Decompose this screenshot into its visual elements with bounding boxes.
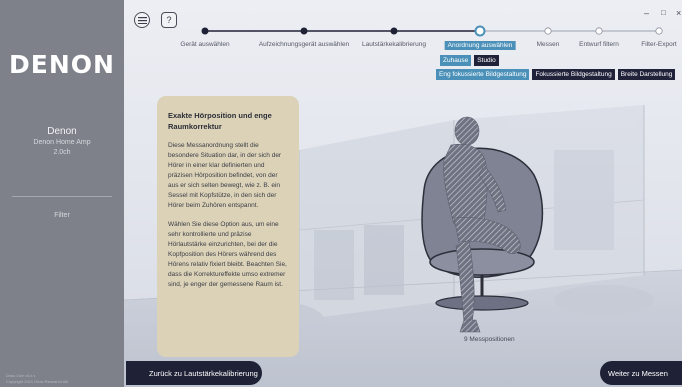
device-channels: 2.0ch: [53, 149, 71, 156]
denon-logo: DENON: [9, 50, 115, 79]
step-measure: Messen: [536, 41, 560, 48]
copyright-text: Copyright 2021 Dirac Research AB: [6, 379, 69, 384]
sidebar: DENON Denon Denon Home Amp 2.0ch Filter …: [0, 0, 124, 387]
step-dot-2: [300, 27, 308, 35]
arrangement-focused-option[interactable]: Fokussierte Bildgestaltung: [532, 69, 615, 80]
step-filter-export: Filter-Export: [641, 41, 677, 48]
step-dot-7: [655, 27, 663, 35]
arrangement-wide-option[interactable]: Breite Darstellung: [617, 69, 676, 80]
measurement-positions-label: 9 Messpositionen: [464, 336, 515, 343]
info-card-body: Diese Messanordnung stellt die besondere…: [168, 141, 288, 290]
step-dot-5: [544, 27, 552, 35]
device-model: Denon Home Amp: [33, 139, 91, 146]
step-dot-4: [474, 25, 486, 37]
arrangement-narrow-option[interactable]: Eng fokussierte Bildgestaltung: [436, 69, 530, 80]
step-dot-6: [595, 27, 603, 35]
main-area: ? – □ × Gerät auswählen Aufzeichnungsger…: [124, 0, 682, 387]
next-button[interactable]: Weiter zu Messen: [600, 361, 682, 385]
step-volume-calibration[interactable]: Lautstärkekalibrierung: [362, 41, 426, 48]
sidebar-divider: [12, 196, 112, 197]
info-card-title: Exakte Hörposition und enge Raumkorrektu…: [168, 111, 272, 131]
info-card-paragraph: Wählen Sie diese Option aus, um eine seh…: [168, 221, 287, 288]
arrangement-options: Eng fokussierte Bildgestaltung Fokussier…: [436, 69, 676, 80]
version-text: Dirac Live v3.x.x: [6, 373, 36, 378]
info-card-paragraph: Diese Messanordnung stellt die besondere…: [168, 142, 282, 209]
location-studio-option[interactable]: Studio: [474, 55, 499, 66]
info-card: Exakte Hörposition und enge Raumkorrektu…: [157, 96, 299, 357]
step-dot-1: [201, 27, 209, 35]
progress-stepper: [201, 25, 663, 37]
location-toggle: Zuhause Studio: [440, 55, 499, 66]
sidebar-item-filter[interactable]: Filter: [0, 212, 124, 219]
device-name: Denon: [47, 126, 77, 137]
location-home-option[interactable]: Zuhause: [440, 55, 472, 66]
step-dot-3: [390, 27, 398, 35]
step-select-recording-device[interactable]: Aufzeichnungsgerät auswählen: [259, 41, 349, 48]
back-button[interactable]: Zurück zu Lautstärkekalibrierung: [126, 361, 262, 385]
step-filter-design: Entwurf filtern: [579, 41, 619, 48]
step-select-arrangement[interactable]: Anordnung auswählen: [444, 41, 516, 50]
step-select-device[interactable]: Gerät auswählen: [180, 41, 229, 48]
